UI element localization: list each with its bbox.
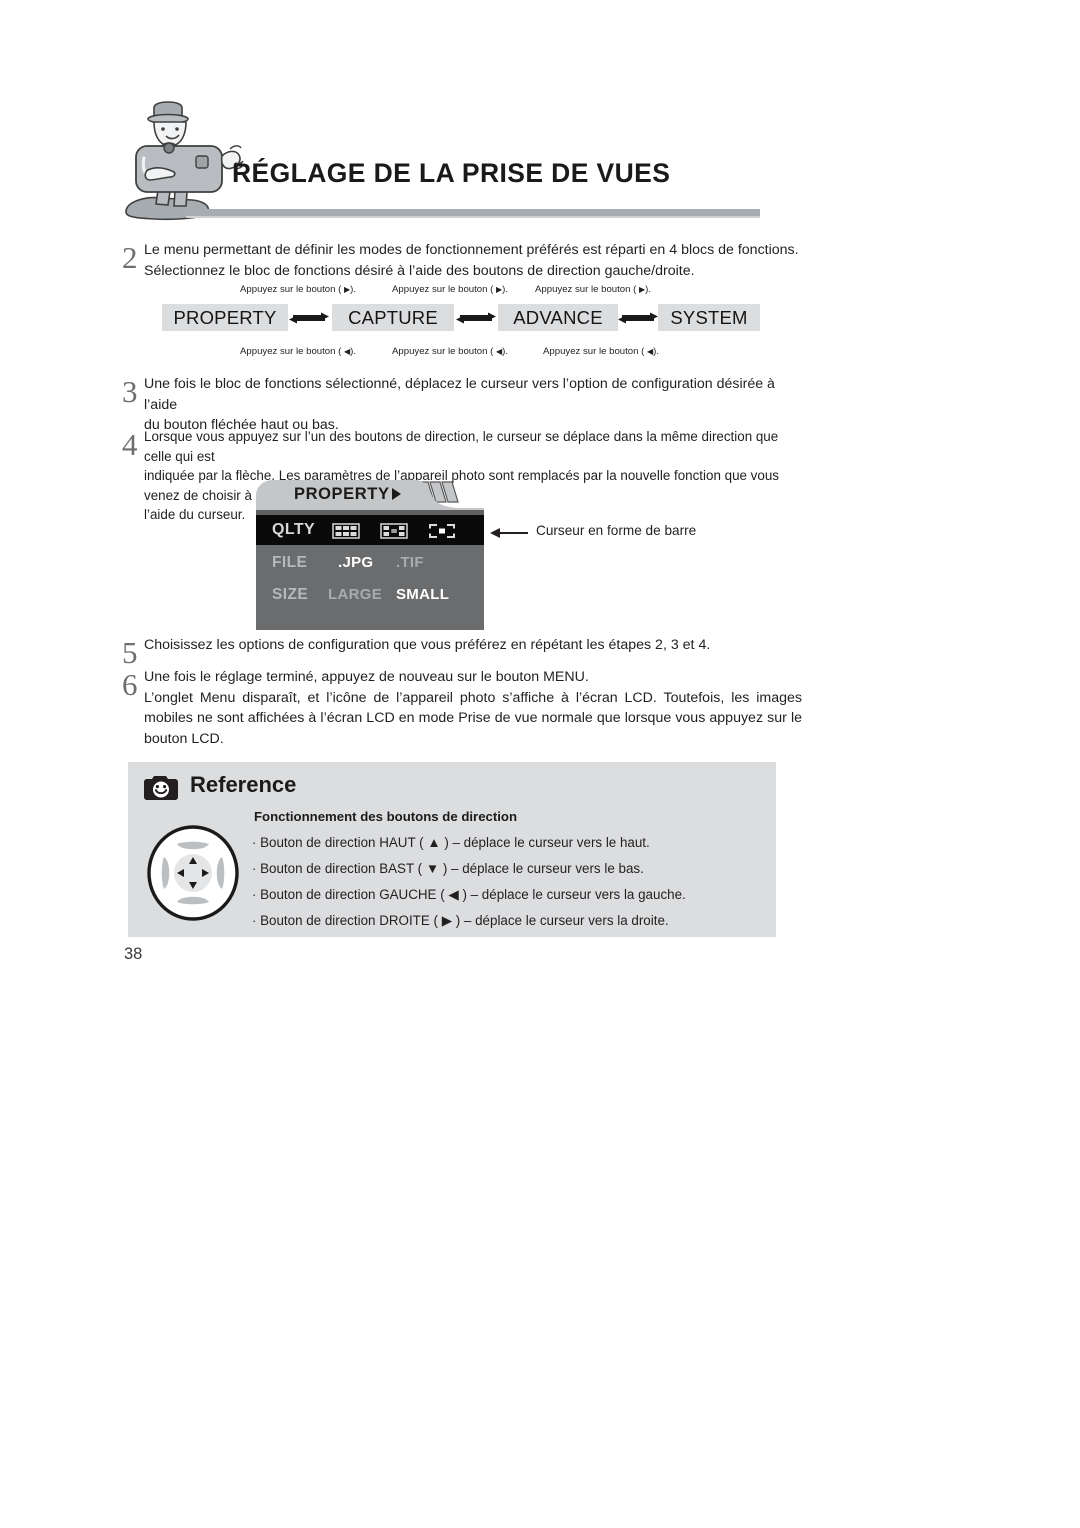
list-item-text-before: Bouton de direction HAUT ( [260, 835, 424, 850]
lcd-row-qlty[interactable]: QLTY [256, 515, 484, 545]
list-item: · Bouton de direction BAST ( ▼ ) – dépla… [252, 856, 762, 882]
camera-smiley-icon [144, 774, 178, 800]
quality-fine-grid-icon[interactable] [332, 523, 360, 539]
flow-caption-bottom-2: Appuyez sur le bouton ( ◀). [392, 346, 508, 357]
title-divider [186, 209, 760, 218]
step-line: Le menu permettant de définir les modes … [144, 242, 799, 258]
triangle-right-icon: ▶ [496, 285, 503, 294]
flow-caption-top-3: Appuyez sur le bouton ( ▶). [535, 284, 651, 295]
flow-box-advance[interactable]: ADVANCE [498, 304, 618, 331]
list-item-text-after: ) – déplace le curseur vers le haut. [444, 835, 650, 850]
tab-flow-diagram: Appuyez sur le bouton ( ▶). Appuyez sur … [160, 284, 760, 362]
page-title: RÉGLAGE DE LA PRISE DE VUES [232, 158, 671, 188]
list-item-text-before: Bouton de direction DROITE ( [260, 913, 438, 928]
lcd-label-size: SIZE [272, 586, 309, 603]
step-number: 4 [122, 427, 138, 462]
step-number: 6 [122, 667, 138, 702]
step-line: Une fois le bloc de fonctions sélectionn… [144, 376, 775, 413]
lcd-option-small[interactable]: SMALL [396, 586, 449, 603]
list-item: · Bouton de direction DROITE ( ▶ ) – dép… [252, 908, 762, 934]
lcd-row-file[interactable]: FILE .JPG .TIF [256, 551, 484, 577]
reference-box: Reference Fonctionnement des boutons de … [128, 762, 776, 937]
list-bullet: · [252, 913, 257, 928]
reference-subtitle: Fonctionnement des boutons de direction [254, 809, 518, 824]
flow-caption-top-2: Appuyez sur le bouton ( ▶). [392, 284, 508, 295]
direction-right-icon: ▶ [441, 913, 453, 928]
step-text: Choisissez les options de configuration … [144, 635, 710, 656]
flow-caption-text: Appuyez sur le bouton ( ◀). [240, 346, 357, 357]
bidirectional-arrows-icon [287, 310, 331, 326]
list-bullet: · [252, 835, 257, 850]
reference-list: · Bouton de direction HAUT ( ▲ ) – dépla… [252, 830, 762, 934]
bidirectional-arrows-icon [454, 310, 498, 326]
flow-caption-text: Appuyez sur le bouton ( ▶). [240, 284, 357, 295]
triangle-right-icon: ▶ [639, 285, 646, 294]
flow-caption-text: Appuyez sur le bouton ( ◀). [543, 346, 660, 357]
step-5: 5 Choisissez les options de configuratio… [122, 635, 802, 668]
lcd-option-tif[interactable]: .TIF [396, 554, 424, 571]
lcd-option-large[interactable]: LARGE [328, 586, 382, 603]
quality-normal-checker-icon[interactable] [380, 523, 408, 539]
flow-caption-text: Appuyez sur le bouton ( ▶). [535, 284, 652, 295]
triangle-right-icon: ▶ [344, 285, 351, 294]
direction-left-icon: ◀ [448, 887, 459, 902]
callout-label: Curseur en forme de barre [536, 523, 697, 538]
list-item-text-after: ) – déplace le curseur vers la gauche. [462, 887, 686, 902]
step-number: 2 [122, 240, 138, 275]
reference-title: Reference [190, 772, 297, 797]
flow-box-property[interactable]: PROPERTY [162, 304, 288, 331]
lcd-label-qlty: QLTY [272, 521, 316, 538]
flow-box-capture[interactable]: CAPTURE [332, 304, 454, 331]
four-way-direction-pad-icon [146, 824, 240, 922]
lcd-tab-title: PROPERTY [294, 485, 390, 503]
flow-caption-bottom-3: Appuyez sur le bouton ( ◀). [543, 346, 659, 357]
list-bullet: · [252, 887, 257, 902]
flow-caption-text: Appuyez sur le bouton ( ◀). [392, 346, 509, 357]
cursor-callout: Curseur en forme de barre [484, 523, 744, 543]
triangle-left-icon: ◀ [647, 347, 654, 356]
page-number: 38 [124, 945, 143, 963]
triangle-right-icon [392, 488, 401, 500]
lcd-label-file: FILE [272, 554, 308, 571]
list-bullet: · [252, 861, 257, 876]
lcd-options-area: FILE .JPG .TIF SIZE LARGE SMALL [256, 545, 484, 630]
list-item: · Bouton de direction GAUCHE ( ◀ ) – dép… [252, 882, 762, 908]
bidirectional-arrows-icon [616, 310, 660, 326]
camera-mascot-icon [118, 100, 246, 222]
step-line: Une fois le réglage terminé, appuyez de … [144, 669, 589, 685]
direction-down-icon: ▼ [425, 861, 440, 876]
flow-caption-bottom-1: Appuyez sur le bouton ( ◀). [240, 346, 356, 357]
triangle-left-icon: ◀ [344, 347, 351, 356]
triangle-left-icon: ◀ [496, 347, 503, 356]
arrow-left-icon [490, 528, 500, 538]
lcd-option-jpg[interactable]: .JPG [338, 554, 373, 571]
direction-up-icon: ▲ [427, 835, 441, 850]
step-line: Sélectionnez le bloc de fonctions désiré… [144, 262, 695, 279]
quality-basic-frame-icon[interactable] [428, 523, 456, 539]
step-text: Une fois le réglage terminé, appuyez de … [144, 667, 802, 749]
step-number: 3 [122, 374, 138, 409]
step-number: 5 [122, 635, 138, 670]
lcd-row-size[interactable]: SIZE LARGE SMALL [256, 583, 484, 609]
list-item: · Bouton de direction HAUT ( ▲ ) – dépla… [252, 830, 762, 856]
step-line: Lorsque vous appuyez sur l’un des bouton… [144, 429, 779, 464]
flow-caption-text: Appuyez sur le bouton ( ▶). [392, 284, 509, 295]
flow-caption-top-1: Appuyez sur le bouton ( ▶). [240, 284, 356, 295]
list-item-text-before: Bouton de direction BAST ( [260, 861, 423, 876]
step-2: 2 Le menu permettant de définir les mode… [122, 240, 802, 281]
callout-line [500, 532, 528, 534]
list-item-text-after: ) – déplace le curseur vers le bas. [442, 861, 644, 876]
flow-box-system[interactable]: SYSTEM [658, 304, 760, 331]
step-line: Choisissez les options de configuration … [144, 637, 711, 653]
step-line: L’onglet Menu disparaît, et l’icône de l… [144, 689, 802, 747]
list-item-text-before: Bouton de direction GAUCHE ( [260, 887, 445, 902]
lcd-menu-panel: PROPERTY QLTY FILE .JPG .TIF SIZE LARGE … [256, 478, 484, 630]
step-6: 6 Une fois le réglage terminé, appuyez d… [122, 667, 802, 749]
page-header: RÉGLAGE DE LA PRISE DE VUES [0, 0, 1080, 230]
step-text: Le menu permettant de définir les modes … [144, 240, 799, 281]
list-item-text-after: ) – déplace le curseur vers la droite. [455, 913, 669, 928]
